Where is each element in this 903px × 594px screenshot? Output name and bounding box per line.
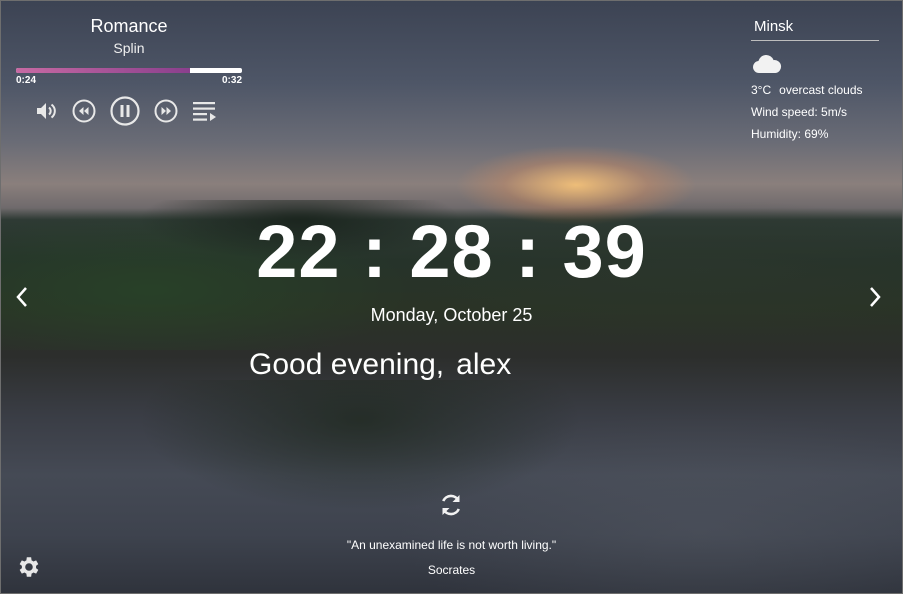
clock-minutes: 28 xyxy=(409,210,494,293)
user-name[interactable]: alex xyxy=(456,348,511,381)
date: Monday, October 25 xyxy=(370,305,533,325)
refresh-quote-button[interactable] xyxy=(437,491,465,519)
clock-separator: : xyxy=(515,210,541,293)
temperature: 3°C xyxy=(751,83,772,97)
fast-forward-icon xyxy=(154,99,178,123)
duration: 0:32 xyxy=(221,75,242,86)
clock-hours: 22 xyxy=(256,210,341,293)
rewind-button[interactable] xyxy=(72,98,96,124)
quote-author: Socrates xyxy=(427,563,476,577)
greeting: Good evening, alex xyxy=(249,348,511,382)
progress-fill xyxy=(16,68,191,73)
track-title: Romance xyxy=(90,16,168,36)
audio-player: Romance Splin 0:24 0:32 xyxy=(16,16,242,126)
cloud-icon xyxy=(752,55,782,73)
pause-icon xyxy=(110,96,140,126)
city-input[interactable] xyxy=(751,16,879,41)
track-artist: Splin xyxy=(113,40,145,56)
greeting-text: Good evening, xyxy=(249,348,445,381)
current-time: 0:24 xyxy=(16,75,37,86)
volume-icon xyxy=(37,103,56,119)
weather-widget: 3°C overcast clouds Wind speed: 5m/s Humi… xyxy=(751,16,879,141)
playlist-icon xyxy=(193,102,216,121)
gear-icon xyxy=(19,557,39,577)
wind-speed: Wind speed: 5m/s xyxy=(751,105,848,119)
weather-icon-container xyxy=(751,53,879,75)
playlist-button[interactable] xyxy=(192,98,218,124)
clock-separator: : xyxy=(362,210,388,293)
quote-text: "An unexamined life is not worth living.… xyxy=(346,538,557,552)
humidity: Humidity: 69% xyxy=(751,127,829,141)
clock: 22 : 28 : 39 xyxy=(0,210,903,294)
refresh-icon xyxy=(442,494,460,516)
pause-button[interactable] xyxy=(110,96,140,126)
clock-seconds: 39 xyxy=(562,210,647,293)
progress-bar[interactable] xyxy=(16,68,242,73)
rewind-icon xyxy=(72,99,96,123)
weather-description: overcast clouds xyxy=(779,83,863,97)
settings-button[interactable] xyxy=(15,554,41,580)
fast-forward-button[interactable] xyxy=(154,98,178,124)
volume-button[interactable] xyxy=(34,98,58,124)
